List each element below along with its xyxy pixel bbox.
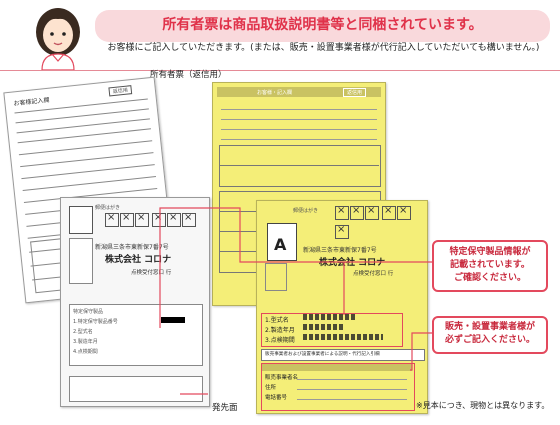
leader-lines <box>159 207 432 395</box>
callout-maintenance-info: 特定保守製品情報が 記載されています。 ご確認ください。 <box>432 240 548 292</box>
callout-info-line-0: 特定保守製品情報が <box>449 247 531 257</box>
callout-dealer-line-0: 販売・設置事業者様が <box>444 322 535 332</box>
callout-info-line-2: ご確認ください。 <box>453 273 526 283</box>
callout-dealer-line-1: 必ずご記入ください。 <box>444 335 535 345</box>
callout-dealer: 販売・設置事業者様が 必ずご記入ください。 <box>432 316 548 354</box>
envelope-label: 発先面 <box>212 403 238 413</box>
callout-info-line-1: 記載されています。 <box>450 260 530 270</box>
sample-note: ※見本につき、現物とは異なります。 <box>416 401 550 410</box>
leader-line-info <box>159 207 432 328</box>
leader-line-dealer <box>410 332 432 371</box>
